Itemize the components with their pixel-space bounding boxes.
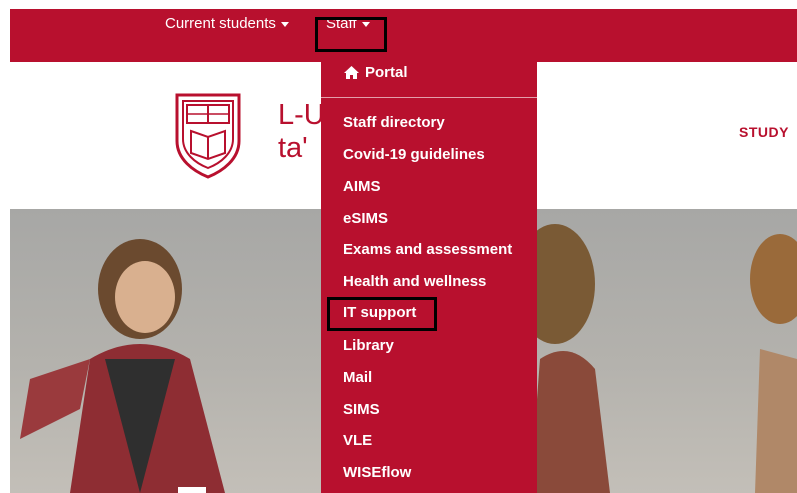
menu-item-portal-label: Portal (365, 64, 408, 81)
it-support-highlight-box (327, 297, 437, 331)
home-icon (344, 66, 359, 79)
menu-item-library[interactable]: Library (343, 337, 394, 354)
staff-highlight-box (315, 17, 387, 52)
menu-item-portal[interactable]: Portal (343, 64, 408, 81)
nav-current-students[interactable]: Current students (165, 15, 289, 32)
university-crest-icon (175, 93, 241, 179)
menu-item-mail[interactable]: Mail (343, 369, 372, 386)
menu-item-sims[interactable]: SIMS (343, 401, 380, 418)
chevron-down-icon (280, 22, 289, 27)
menu-item-exams-assessment[interactable]: Exams and assessment (343, 241, 512, 258)
staff-dropdown-menu: Portal Staff directory Covid-19 guidelin… (321, 54, 537, 493)
menu-item-esims[interactable]: eSIMS (343, 210, 388, 227)
menu-item-vle[interactable]: VLE (343, 432, 372, 449)
university-name: L-U ta' (278, 99, 325, 164)
nav-current-students-label: Current students (165, 15, 276, 32)
menu-item-health-wellness[interactable]: Health and wellness (343, 273, 486, 290)
menu-divider (321, 97, 537, 98)
menu-item-staff-directory[interactable]: Staff directory (343, 114, 445, 131)
nav-study-link[interactable]: STUDY (739, 124, 789, 140)
menu-item-aims[interactable]: AIMS (343, 178, 381, 195)
menu-item-covid-guidelines[interactable]: Covid-19 guidelines (343, 146, 485, 163)
menu-item-wiseflow[interactable]: WISEflow (343, 464, 411, 481)
